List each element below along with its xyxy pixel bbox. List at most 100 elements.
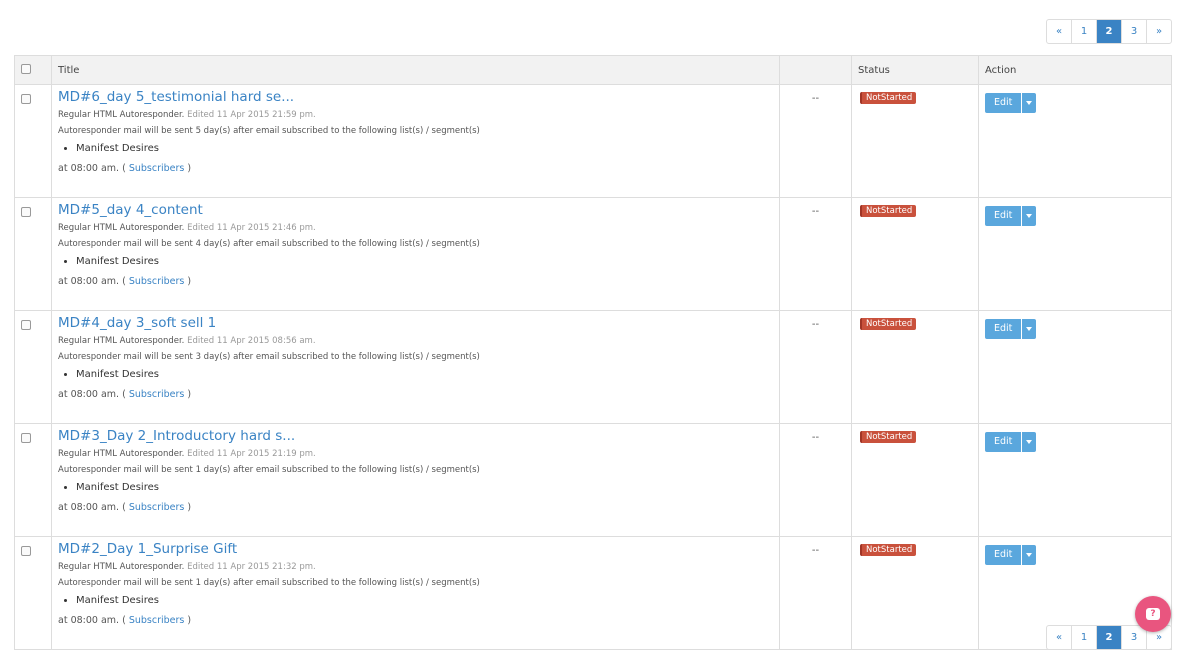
edited-timestamp: Edited 11 Apr 2015 21:32 pm.	[187, 562, 316, 572]
list-item: Manifest Desires	[76, 595, 773, 607]
autoresponder-meta: Regular HTML Autoresponder. Edited 11 Ap…	[58, 110, 773, 121]
autoresponder-title-link[interactable]: MD#3_Day 2_Introductory hard s...	[58, 429, 773, 444]
status-badge: NotStarted	[860, 318, 917, 330]
header-blank	[779, 55, 852, 85]
schedule-time: at 08:00 am. (	[58, 163, 126, 174]
autoresponder-meta: Regular HTML Autoresponder. Edited 11 Ap…	[58, 449, 773, 460]
list-names: Manifest Desires	[58, 143, 773, 155]
list-item: Manifest Desires	[76, 482, 773, 494]
pagination-page-1[interactable]: 1	[1071, 626, 1096, 649]
pagination-page-2[interactable]: 2	[1096, 626, 1121, 649]
action-button-group: Edit	[985, 545, 1037, 565]
autoresponder-title-link[interactable]: MD#2_Day 1_Surprise Gift	[58, 542, 773, 557]
edit-button[interactable]: Edit	[985, 206, 1022, 226]
edited-timestamp: Edited 11 Apr 2015 21:19 pm.	[187, 449, 316, 459]
autoresponder-type: Regular HTML Autoresponder.	[58, 336, 185, 346]
table-row: MD#4_day 3_soft sell 1 Regular HTML Autor…	[14, 310, 1172, 424]
schedule-time: at 08:00 am. (	[58, 276, 126, 287]
help-chat-icon: ?	[1146, 608, 1160, 620]
pagination-prev[interactable]: «	[1047, 20, 1071, 43]
edited-timestamp: Edited 11 Apr 2015 21:46 pm.	[187, 223, 316, 233]
chevron-down-icon[interactable]	[1022, 93, 1037, 113]
edit-button[interactable]: Edit	[985, 545, 1022, 565]
action-button-group: Edit	[985, 93, 1037, 113]
action-button-group: Edit	[985, 206, 1037, 226]
header-status: Status	[851, 55, 979, 85]
row-checkbox[interactable]	[21, 546, 31, 556]
list-item: Manifest Desires	[76, 369, 773, 381]
schedule-close: )	[187, 389, 192, 400]
blank-column-value: --	[779, 536, 852, 650]
pagination-page-2[interactable]: 2	[1096, 20, 1121, 43]
table-row: MD#2_Day 1_Surprise Gift Regular HTML Aut…	[14, 536, 1172, 650]
pagination-page-1[interactable]: 1	[1071, 20, 1096, 43]
autoresponder-meta: Regular HTML Autoresponder. Edited 11 Ap…	[58, 336, 773, 347]
edit-button[interactable]: Edit	[985, 93, 1022, 113]
table-header-row: Title Status Action	[14, 55, 1172, 85]
schedule-text: at 08:00 am. ( Subscribers )	[58, 276, 773, 287]
row-checkbox[interactable]	[21, 94, 31, 104]
table-row: MD#5_day 4_content Regular HTML Autorespo…	[14, 197, 1172, 311]
select-all-checkbox[interactable]	[21, 63, 31, 74]
autoresponder-title-link[interactable]: MD#6_day 5_testimonial hard se...	[58, 90, 773, 105]
list-item: Manifest Desires	[76, 143, 773, 155]
schedule-close: )	[187, 615, 192, 626]
subscribers-link[interactable]: Subscribers	[129, 276, 185, 287]
table-row: MD#6_day 5_testimonial hard se... Regular…	[14, 84, 1172, 198]
autoresponder-description: Autoresponder mail will be sent 1 day(s)…	[58, 578, 480, 588]
schedule-text: at 08:00 am. ( Subscribers )	[58, 389, 773, 400]
chevron-down-icon[interactable]	[1022, 206, 1037, 226]
autoresponder-meta: Regular HTML Autoresponder. Edited 11 Ap…	[58, 562, 773, 573]
list-names: Manifest Desires	[58, 369, 773, 381]
autoresponder-type: Regular HTML Autoresponder.	[58, 449, 185, 459]
pagination-page-3[interactable]: 3	[1121, 626, 1146, 649]
autoresponder-description: Autoresponder mail will be sent 5 day(s)…	[58, 126, 480, 136]
header-title: Title	[51, 55, 780, 85]
autoresponder-title-link[interactable]: MD#4_day 3_soft sell 1	[58, 316, 773, 331]
row-checkbox[interactable]	[21, 207, 31, 217]
status-badge: NotStarted	[860, 544, 917, 556]
help-chat-button[interactable]: ?	[1135, 596, 1171, 632]
chevron-down-icon[interactable]	[1022, 432, 1037, 452]
list-item: Manifest Desires	[76, 256, 773, 268]
schedule-close: )	[187, 502, 192, 513]
schedule-text: at 08:00 am. ( Subscribers )	[58, 502, 773, 513]
autoresponder-type: Regular HTML Autoresponder.	[58, 223, 185, 233]
status-badge: NotStarted	[860, 431, 917, 443]
autoresponder-type: Regular HTML Autoresponder.	[58, 562, 185, 572]
edit-button[interactable]: Edit	[985, 319, 1022, 339]
edited-timestamp: Edited 11 Apr 2015 21:59 pm.	[187, 110, 316, 120]
schedule-time: at 08:00 am. (	[58, 615, 126, 626]
subscribers-link[interactable]: Subscribers	[129, 615, 185, 626]
edit-button[interactable]: Edit	[985, 432, 1022, 452]
chevron-down-icon[interactable]	[1022, 545, 1037, 565]
pagination-next[interactable]: »	[1146, 20, 1171, 43]
schedule-time: at 08:00 am. (	[58, 502, 126, 513]
list-names: Manifest Desires	[58, 595, 773, 607]
subscribers-link[interactable]: Subscribers	[129, 163, 185, 174]
schedule-close: )	[187, 276, 192, 287]
autoresponder-title-link[interactable]: MD#5_day 4_content	[58, 203, 773, 218]
pagination-page-3[interactable]: 3	[1121, 20, 1146, 43]
subscribers-link[interactable]: Subscribers	[129, 502, 185, 513]
status-badge: NotStarted	[860, 205, 917, 217]
autoresponder-table: Title Status Action MD#6_day 5_testimoni…	[14, 55, 1172, 650]
status-badge: NotStarted	[860, 92, 917, 104]
autoresponder-type: Regular HTML Autoresponder.	[58, 110, 185, 120]
blank-column-value: --	[779, 84, 852, 198]
list-names: Manifest Desires	[58, 256, 773, 268]
schedule-close: )	[187, 163, 192, 174]
list-names: Manifest Desires	[58, 482, 773, 494]
schedule-time: at 08:00 am. (	[58, 389, 126, 400]
row-checkbox[interactable]	[21, 320, 31, 330]
row-checkbox[interactable]	[21, 433, 31, 443]
pagination-prev[interactable]: «	[1047, 626, 1071, 649]
chevron-down-icon[interactable]	[1022, 319, 1037, 339]
edited-timestamp: Edited 11 Apr 2015 08:56 am.	[187, 336, 316, 346]
action-button-group: Edit	[985, 432, 1037, 452]
subscribers-link[interactable]: Subscribers	[129, 389, 185, 400]
header-action: Action	[978, 55, 1172, 85]
autoresponder-description: Autoresponder mail will be sent 1 day(s)…	[58, 465, 480, 475]
pagination-top: « 1 2 3 »	[1046, 19, 1172, 44]
blank-column-value: --	[779, 197, 852, 311]
